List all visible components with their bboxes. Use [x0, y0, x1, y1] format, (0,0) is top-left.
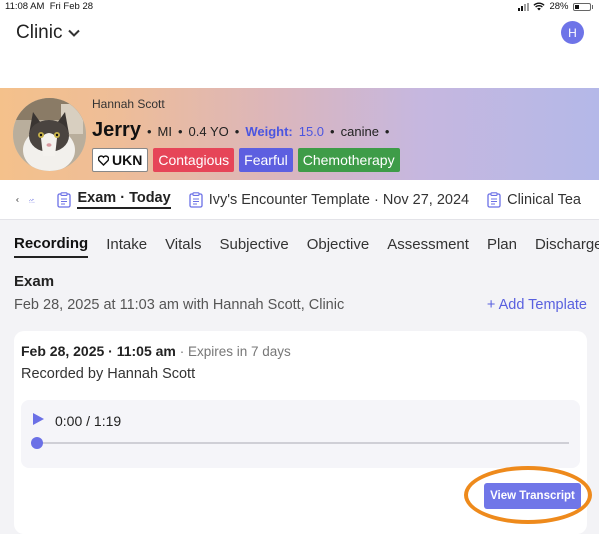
- clinic-selector[interactable]: Clinic: [16, 22, 81, 44]
- chevron-down-icon: [68, 29, 81, 37]
- encounter-bar: Exam · Today Ivy's Encounter Template · …: [0, 180, 599, 220]
- pet-name: Jerry: [92, 119, 141, 141]
- pet-age: 0.4 YO: [188, 124, 229, 139]
- view-transcript-button[interactable]: View Transcript: [484, 483, 581, 509]
- badge-fearful[interactable]: Fearful: [239, 148, 293, 172]
- encounter-label: Exam · Today: [77, 190, 171, 209]
- tab-plan[interactable]: Plan: [487, 232, 517, 257]
- encounter-tab-template[interactable]: Ivy's Encounter Template · Nov 27, 2024: [189, 192, 469, 208]
- status-time: 11:08 AM Fri Feb 28: [5, 1, 94, 12]
- section-tabs: Recording Intake Vitals Subjective Objec…: [0, 220, 599, 268]
- weight-label: Weight:: [245, 124, 293, 139]
- battery-percent: 28%: [549, 1, 569, 12]
- encounter-tab-exam[interactable]: Exam · Today: [57, 190, 171, 209]
- heart-shield-icon: [98, 154, 109, 166]
- wifi-icon: [533, 2, 546, 11]
- user-avatar[interactable]: H: [561, 21, 584, 44]
- tab-subjective[interactable]: Subjective: [219, 232, 288, 257]
- tab-discharge[interactable]: Discharge: [535, 232, 599, 257]
- recorded-by: Recorded by Hannah Scott: [21, 366, 196, 382]
- exam-title: Exam: [14, 273, 55, 290]
- clipboard-icon: [57, 191, 72, 208]
- badge-contagious[interactable]: Contagious: [153, 148, 235, 172]
- weight-value: 15.0: [298, 124, 325, 139]
- recording-timestamp: Feb 28, 2025 · 11:05 am: [21, 343, 176, 359]
- status-bar: 11:08 AM Fri Feb 28 28%: [0, 0, 599, 14]
- top-bar: Clinic H: [0, 14, 599, 88]
- tab-objective[interactable]: Objective: [307, 232, 370, 257]
- patient-badges: UKN Contagious Fearful Chemotherapy: [92, 148, 400, 172]
- pet-sex: MI: [157, 124, 172, 139]
- signature-icon[interactable]: [29, 192, 36, 208]
- exam-subtitle: Feb 28, 2025 at 11:03 am with Hannah Sco…: [14, 297, 345, 313]
- audio-player: 0:00 / 1:19: [21, 400, 580, 468]
- owner-name: Hannah Scott: [92, 97, 165, 111]
- progress-thumb[interactable]: [31, 437, 43, 449]
- tab-intake[interactable]: Intake: [106, 232, 147, 257]
- pet-photo: [13, 98, 86, 171]
- tab-recording[interactable]: Recording: [14, 231, 89, 258]
- recording-expiry: · Expires in 7 days: [179, 344, 291, 359]
- recording-card: Feb 28, 2025 · 11:05 am · Expires in 7 d…: [14, 331, 587, 534]
- clipboard-icon: [189, 191, 203, 208]
- pet-species: canine: [340, 124, 379, 139]
- patient-header: Hannah Scott Jerry • MI • 0.4 YO • Weigh…: [0, 88, 599, 180]
- badge-ukn[interactable]: UKN: [92, 148, 149, 172]
- encounter-tab-clinical[interactable]: Clinical Tea: [487, 192, 581, 208]
- progress-track[interactable]: [35, 442, 569, 444]
- add-template-button[interactable]: + Add Template: [487, 297, 587, 313]
- pet-summary: Jerry • MI • 0.4 YO • Weight: 15.0 • can…: [92, 119, 390, 141]
- clinic-label: Clinic: [16, 22, 63, 43]
- play-icon[interactable]: [33, 413, 44, 425]
- signal-icon: [518, 2, 530, 11]
- player-time: 0:00 / 1:19: [55, 413, 122, 429]
- tab-assessment[interactable]: Assessment: [387, 232, 469, 257]
- recording-header: Feb 28, 2025 · 11:05 am · Expires in 7 d…: [21, 343, 291, 359]
- encounter-label: Clinical Tea: [507, 191, 581, 208]
- clipboard-icon: [487, 191, 501, 208]
- encounter-label: Ivy's Encounter Template · Nov 27, 2024: [208, 191, 470, 208]
- battery-icon: [572, 2, 591, 11]
- tab-vitals[interactable]: Vitals: [165, 232, 201, 257]
- chevron-left-icon[interactable]: [16, 194, 19, 206]
- badge-chemotherapy[interactable]: Chemotherapy: [297, 148, 400, 172]
